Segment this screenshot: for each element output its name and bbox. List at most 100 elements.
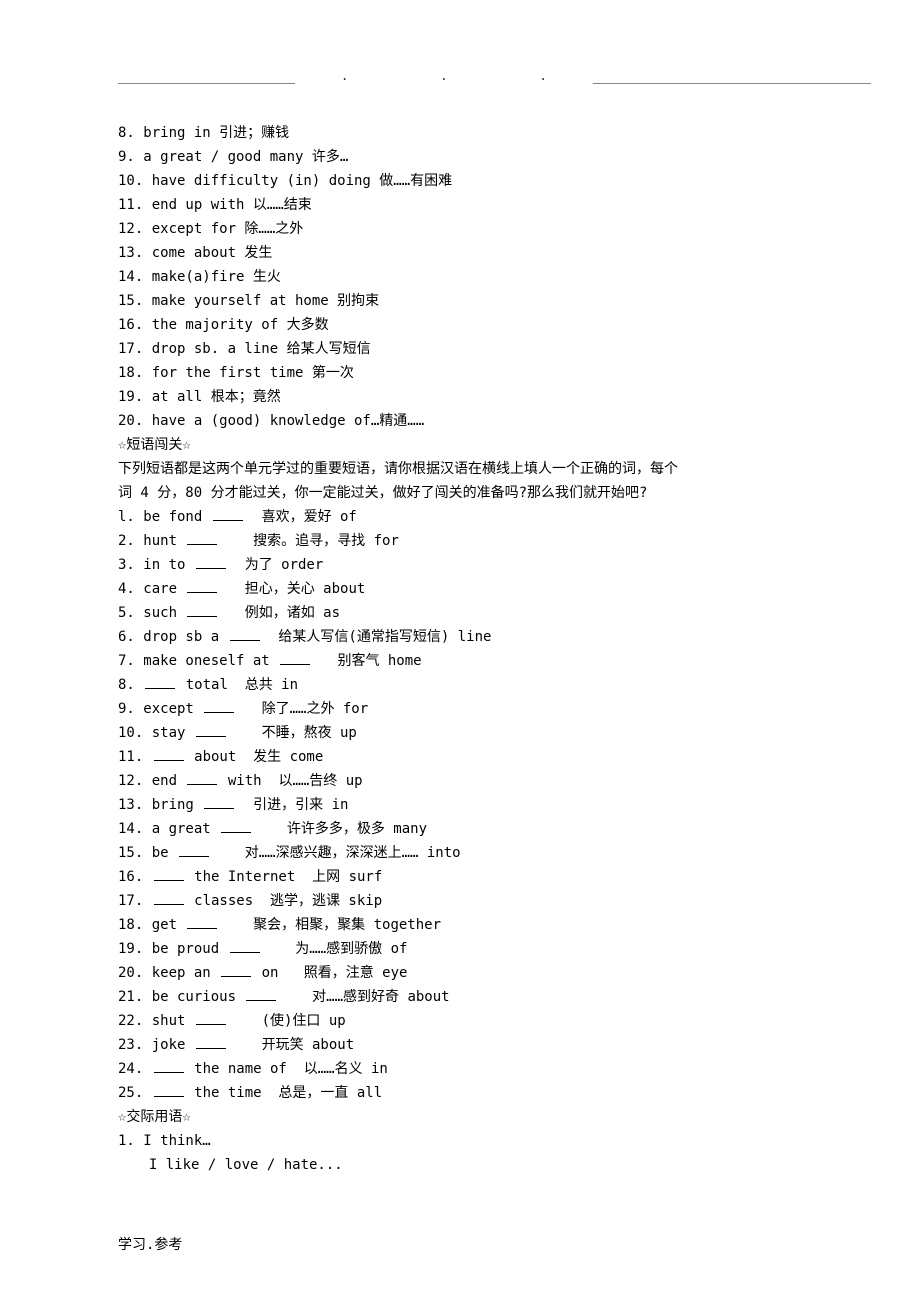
blank-underline bbox=[221, 964, 251, 977]
phrase-line: 13. come about 发生 bbox=[118, 242, 802, 264]
fill-item: 16. the Internet 上网 surf bbox=[118, 866, 802, 888]
blank-underline bbox=[187, 604, 217, 617]
fill-item: 25. the time 总是，一直 all bbox=[118, 1082, 802, 1104]
fill-pre: 20. keep an bbox=[118, 965, 219, 981]
fill-post: the name of 以……名义 in bbox=[186, 1061, 388, 1077]
blank-underline bbox=[196, 1036, 226, 1049]
blank-underline bbox=[154, 1060, 184, 1073]
fill-pre: 2. hunt bbox=[118, 533, 185, 549]
fill-pre: 25. bbox=[118, 1085, 152, 1101]
header-rule: _____________________ . . . ____________… bbox=[118, 68, 802, 84]
fill-pre: 19. be proud bbox=[118, 941, 228, 957]
blank-underline bbox=[154, 748, 184, 761]
fill-item: 24. the name of 以……名义 in bbox=[118, 1058, 802, 1080]
blank-underline bbox=[230, 628, 260, 641]
section-phrase-gate-intro-1: 下列短语都是这两个单元学过的重要短语，请你根据汉语在横线上填人一个正确的词，每个 bbox=[118, 458, 802, 480]
fill-pre: 18. get bbox=[118, 917, 185, 933]
fill-post: 聚会，相聚，聚集 together bbox=[219, 917, 441, 933]
fill-pre: 15. be bbox=[118, 845, 177, 861]
blank-underline bbox=[187, 772, 217, 785]
phrase-line: 16. the majority of 大多数 bbox=[118, 314, 802, 336]
fill-pre: 6. drop sb a bbox=[118, 629, 228, 645]
fill-item: 11. about 发生 come bbox=[118, 746, 802, 768]
fill-item: 14. a great 许许多多，极多 many bbox=[118, 818, 802, 840]
phrase-line: 17. drop sb. a line 给某人写短信 bbox=[118, 338, 802, 360]
page: _____________________ . . . ____________… bbox=[0, 0, 920, 1302]
fill-post: 对……感到好奇 about bbox=[278, 989, 449, 1005]
fill-item: 3. in to 为了 order bbox=[118, 554, 802, 576]
fill-item: 17. classes 逃学，逃课 skip bbox=[118, 890, 802, 912]
fill-pre: 23. joke bbox=[118, 1037, 194, 1053]
blank-underline bbox=[196, 724, 226, 737]
fill-item: 19. be proud 为……感到骄傲 of bbox=[118, 938, 802, 960]
section-phrase-gate-intro-2: 词 4 分，80 分才能过关，你一定能过关，做好了闯关的准备吗?那么我们就开始吧… bbox=[118, 482, 802, 504]
fill-post: total 总共 in bbox=[177, 677, 298, 693]
phrase-line: 18. for the first time 第一次 bbox=[118, 362, 802, 384]
phrase-line: 8. bring in 引进；赚钱 bbox=[118, 122, 802, 144]
blank-underline bbox=[187, 916, 217, 929]
fill-pre: 21. be curious bbox=[118, 989, 244, 1005]
fill-pre: 7. make oneself at bbox=[118, 653, 278, 669]
fill-pre: 14. a great bbox=[118, 821, 219, 837]
fill-item: l. be fond 喜欢，爱好 of bbox=[118, 506, 802, 528]
fill-pre: 17. bbox=[118, 893, 152, 909]
fill-pre: 9. except bbox=[118, 701, 202, 717]
blank-underline bbox=[187, 532, 217, 545]
fill-pre: 11. bbox=[118, 749, 152, 765]
blank-underline bbox=[179, 844, 209, 857]
fill-post: on 照看，注意 eye bbox=[253, 965, 407, 981]
fill-post: 引进，引来 in bbox=[236, 797, 348, 813]
blank-underline bbox=[213, 508, 243, 521]
blank-underline bbox=[154, 868, 184, 881]
fill-pre: 12. end bbox=[118, 773, 185, 789]
phrase-line: 15. make yourself at home 别拘束 bbox=[118, 290, 802, 312]
rule-dot-1: . bbox=[295, 69, 394, 83]
phrase-line: 9. a great / good many 许多… bbox=[118, 146, 802, 168]
rule-underscore-1: _____________________ bbox=[118, 68, 295, 84]
fill-post: the Internet 上网 surf bbox=[186, 869, 383, 885]
fill-post: (使)住口 up bbox=[228, 1013, 346, 1029]
fill-post: 搜索。追寻，寻找 for bbox=[219, 533, 398, 549]
fill-item: 18. get 聚会，相聚，聚集 together bbox=[118, 914, 802, 936]
blank-underline bbox=[204, 796, 234, 809]
fill-post: 担心，关心 about bbox=[219, 581, 365, 597]
fill-pre: 8. bbox=[118, 677, 143, 693]
blank-underline bbox=[145, 676, 175, 689]
phrase-line: 10. have difficulty (in) doing 做……有困难 bbox=[118, 170, 802, 192]
blank-underline bbox=[280, 652, 310, 665]
fill-item: 6. drop sb a 给某人写信(通常指写短信) line bbox=[118, 626, 802, 648]
fill-item: 5. such 例如，诸如 as bbox=[118, 602, 802, 624]
phrase-line: 20. have a (good) knowledge of…精通…… bbox=[118, 410, 802, 432]
blank-underline bbox=[246, 988, 276, 1001]
phrase-line: 19. at all 根本；竟然 bbox=[118, 386, 802, 408]
footer-text: 学习.参考 bbox=[118, 1234, 182, 1254]
fill-item: 4. care 担心，关心 about bbox=[118, 578, 802, 600]
fill-post: 开玩笑 about bbox=[228, 1037, 354, 1053]
blank-underline bbox=[187, 580, 217, 593]
fill-item: 2. hunt 搜索。追寻，寻找 for bbox=[118, 530, 802, 552]
fill-pre: l. be fond bbox=[118, 509, 211, 525]
fill-pre: 24. bbox=[118, 1061, 152, 1077]
fill-pre: 16. bbox=[118, 869, 152, 885]
fill-item: 7. make oneself at 别客气 home bbox=[118, 650, 802, 672]
fill-post: 例如，诸如 as bbox=[219, 605, 340, 621]
fill-item: 21. be curious 对……感到好奇 about bbox=[118, 986, 802, 1008]
blank-underline bbox=[196, 1012, 226, 1025]
blank-underline bbox=[230, 940, 260, 953]
fill-in-blank-list: l. be fond 喜欢，爱好 of2. hunt 搜索。追寻，寻找 for3… bbox=[118, 506, 802, 1104]
rule-dot-3: . bbox=[493, 69, 592, 83]
rule-underscore-2: _________________________________ bbox=[593, 68, 871, 84]
fill-post: 为……感到骄傲 of bbox=[262, 941, 408, 957]
section-phrase-gate-title: ☆短语闯关☆ bbox=[118, 434, 802, 456]
fill-item: 8. total 总共 in bbox=[118, 674, 802, 696]
blank-underline bbox=[154, 892, 184, 905]
section-communication-title: ☆交际用语☆ bbox=[118, 1106, 802, 1128]
body-content: 8. bring in 引进；赚钱9. a great / good many … bbox=[118, 122, 802, 1176]
fill-item: 9. except 除了……之外 for bbox=[118, 698, 802, 720]
fill-post: with 以……告终 up bbox=[219, 773, 362, 789]
phrase-definitions: 8. bring in 引进；赚钱9. a great / good many … bbox=[118, 122, 802, 432]
fill-post: 许许多多，极多 many bbox=[253, 821, 427, 837]
fill-post: 对……深感兴趣，深深迷上…… into bbox=[211, 845, 461, 861]
blank-underline bbox=[196, 556, 226, 569]
phrase-line: 11. end up with 以……结束 bbox=[118, 194, 802, 216]
